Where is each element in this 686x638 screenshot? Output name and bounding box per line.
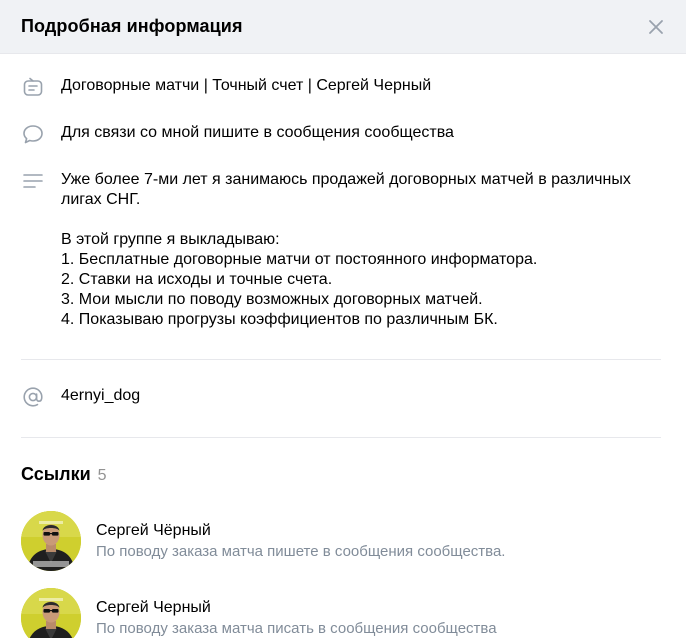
description-item: 3. Мои мысли по поводу возможных договор…	[61, 291, 483, 308]
message-icon	[22, 123, 44, 145]
description-item: 4. Показываю прогрузы коэффициентов по р…	[61, 311, 498, 328]
divider	[21, 437, 661, 438]
link-name[interactable]: Сергей Черный	[96, 598, 497, 618]
alias-row: 4ernyi_dog	[21, 386, 665, 408]
close-button[interactable]	[644, 15, 668, 39]
status-text: Договорные матчи | Точный счет | Сергей …	[61, 77, 432, 94]
text-lines-icon	[22, 170, 44, 192]
at-sign-icon	[22, 386, 44, 408]
modal-content: Договорные матчи | Точный счет | Сергей …	[0, 76, 686, 638]
link-description: По поводу заказа матча пишете в сообщени…	[96, 542, 506, 560]
link-description: По поводу заказа матча писать в сообщени…	[96, 619, 497, 637]
modal-header: Подробная информация	[0, 0, 686, 54]
description-row: Уже более 7-ми лет я занимаюсь продажей …	[21, 170, 665, 330]
divider	[21, 359, 661, 360]
description-intro-line2: лигах СНГ.	[61, 191, 141, 208]
contact-row: Для связи со мной пишите в сообщения соо…	[21, 123, 665, 145]
description-item: 1. Бесплатные договорные матчи от постоя…	[61, 251, 538, 268]
links-header: Ссылки 5	[21, 464, 665, 485]
links-title: Ссылки	[21, 464, 91, 484]
status-icon	[22, 76, 44, 98]
avatar[interactable]	[21, 588, 81, 638]
contact-text: Для связи со мной пишите в сообщения соо…	[61, 124, 454, 141]
link-texts: Сергей Чёрный По поводу заказа матча пиш…	[96, 521, 505, 562]
alias-text[interactable]: 4ernyi_dog	[61, 386, 140, 406]
links-count: 5	[97, 467, 107, 484]
description-text: Уже более 7-ми лет я занимаюсь продажей …	[61, 170, 661, 330]
status-row: Договорные матчи | Точный счет | Сергей …	[21, 76, 665, 98]
link-name[interactable]: Сергей Чёрный	[96, 521, 505, 541]
close-icon	[648, 19, 664, 35]
avatar[interactable]	[21, 511, 81, 571]
info-modal: Подробная информация Договорные матчи | …	[0, 0, 686, 638]
link-item[interactable]: Сергей Чёрный По поводу заказа матча пиш…	[21, 511, 665, 571]
link-item[interactable]: Сергей Черный По поводу заказа матча пис…	[21, 588, 665, 638]
description-item: 2. Ставки на исходы и точные счета.	[61, 271, 333, 288]
modal-title: Подробная информация	[21, 16, 243, 36]
description-intro-line1: Уже более 7-ми лет я занимаюсь продажей …	[61, 171, 631, 188]
description-list-title: В этой группе я выкладываю:	[61, 231, 280, 248]
link-texts: Сергей Черный По поводу заказа матча пис…	[96, 598, 497, 638]
